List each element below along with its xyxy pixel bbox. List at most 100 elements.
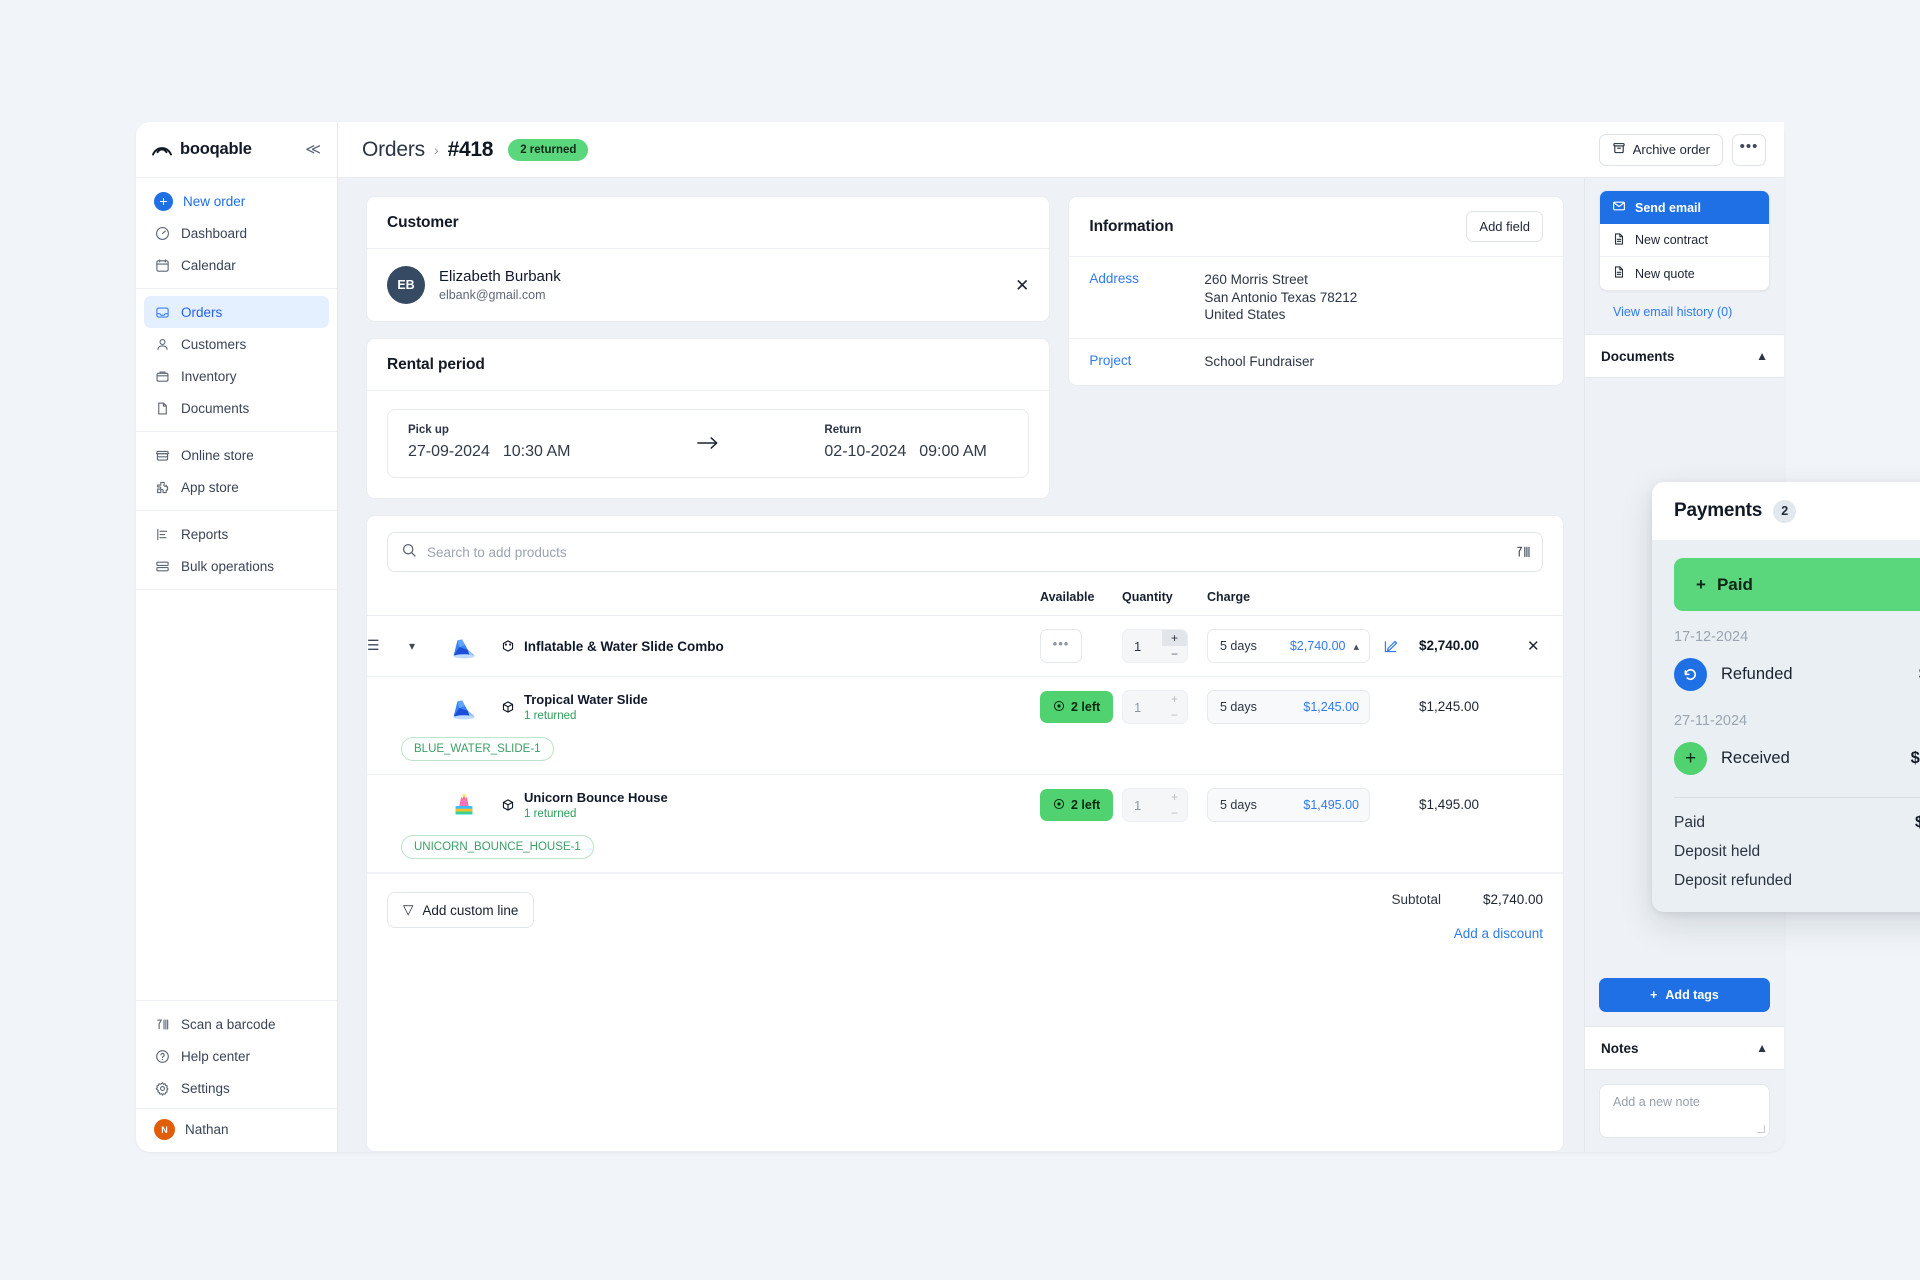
bounce-house-photo xyxy=(455,794,473,815)
bar-chart-icon xyxy=(154,526,171,543)
decrement-button[interactable]: − xyxy=(1162,707,1187,723)
notes-section-header[interactable]: Notes ▲ xyxy=(1585,1026,1784,1070)
archive-order-button[interactable]: Archive order xyxy=(1598,133,1723,166)
increment-button[interactable]: + xyxy=(1162,691,1187,707)
add-tags-button[interactable]: + Add tags xyxy=(1599,978,1770,1012)
chevron-up-icon[interactable]: ▲ xyxy=(1756,349,1768,363)
sidebar-user[interactable]: N Nathan xyxy=(136,1108,337,1152)
availability-label: 2 left xyxy=(1071,700,1101,714)
paid-button[interactable]: + Paid ▼ xyxy=(1674,558,1920,611)
payment-label: Refunded xyxy=(1721,665,1793,683)
item-identifier-tag[interactable]: BLUE_WATER_SLIDE-1 xyxy=(401,737,554,761)
search-input[interactable] xyxy=(427,544,1499,560)
availability-placeholder[interactable]: ••• xyxy=(1040,629,1082,663)
sidebar-item-scan-barcode[interactable]: Scan a barcode xyxy=(144,1008,329,1040)
info-key[interactable]: Project xyxy=(1089,353,1204,371)
sidebar-item-bulk-operations[interactable]: Bulk operations xyxy=(144,550,329,582)
increment-button[interactable]: + xyxy=(1162,789,1187,805)
chevron-up-icon[interactable]: ▴ xyxy=(1353,640,1359,653)
sidebar-item-reports[interactable]: Reports xyxy=(144,518,329,550)
pickup-time[interactable]: 10:30 AM xyxy=(503,443,571,461)
brand-name: booqable xyxy=(180,140,252,158)
payments-body: + Paid ▼ 17-12-2024 Refunded $-250.00 27… xyxy=(1652,540,1920,912)
increment-button[interactable]: + xyxy=(1162,630,1187,646)
sidebar-item-app-store[interactable]: App store xyxy=(144,471,329,503)
decrement-button[interactable]: − xyxy=(1162,646,1187,662)
add-discount-link[interactable]: Add a discount xyxy=(1391,926,1543,941)
chevrons-left-icon[interactable]: ≪ xyxy=(305,142,321,157)
close-icon[interactable]: ✕ xyxy=(1015,277,1029,294)
sidebar-item-orders[interactable]: Orders xyxy=(144,296,329,328)
add-custom-line-button[interactable]: ▽ Add custom line xyxy=(387,892,535,928)
sidebar-item-customers[interactable]: Customers xyxy=(144,328,329,360)
send-email-button[interactable]: Send email xyxy=(1600,191,1769,224)
breadcrumb-orders[interactable]: Orders xyxy=(362,138,425,162)
sidebar-item-calendar[interactable]: Calendar xyxy=(144,249,329,281)
add-field-button[interactable]: Add field xyxy=(1466,211,1543,242)
return-date[interactable]: 02-10-2024 xyxy=(824,443,906,461)
brand-header: booqable ≪ xyxy=(136,122,337,178)
view-email-history-link[interactable]: View email history (0) xyxy=(1599,291,1770,334)
more-options-button[interactable]: ••• xyxy=(1732,133,1766,166)
content-area: Customer EB Elizabeth Burbank elbank@gma… xyxy=(338,178,1784,1152)
availability-badge[interactable]: 2 left xyxy=(1040,789,1114,821)
sidebar-item-online-store[interactable]: Online store xyxy=(144,439,329,471)
new-note-input[interactable]: Add a new note xyxy=(1599,1084,1770,1138)
paid-button-main[interactable]: + Paid xyxy=(1674,558,1920,611)
availability-badge[interactable]: 2 left xyxy=(1040,691,1114,723)
item-identifier-tag[interactable]: UNICORN_BOUNCE_HOUSE-1 xyxy=(401,835,594,859)
barcode-scan-icon[interactable] xyxy=(1509,544,1532,560)
charge-selector[interactable]: 5 days $1,495.00 xyxy=(1207,788,1370,822)
chevron-up-icon[interactable]: ▲ xyxy=(1756,1041,1768,1055)
sidebar-item-new-order[interactable]: + New order xyxy=(144,185,329,217)
sidebar-item-documents[interactable]: Documents xyxy=(144,392,329,424)
rental-range[interactable]: Pick up 27-09-2024 10:30 AM Return 02-10… xyxy=(387,409,1030,478)
decrement-button[interactable]: − xyxy=(1162,805,1187,821)
sidebar-item-inventory[interactable]: Inventory xyxy=(144,360,329,392)
drag-handle-icon[interactable]: ☰ xyxy=(367,637,380,653)
product-name-row: Inflatable & Water Slide Combo xyxy=(501,639,1040,654)
new-quote-button[interactable]: New quote xyxy=(1600,257,1769,290)
documents-section-header[interactable]: Documents ▲ xyxy=(1585,334,1784,378)
product-name-row: Unicorn Bounce House 1 returned xyxy=(501,790,1040,820)
stepper-buttons: + − xyxy=(1162,630,1187,662)
return-block: Return 02-10-2024 09:00 AM xyxy=(824,424,1008,461)
close-icon[interactable]: ✕ xyxy=(1527,638,1540,655)
notes-title: Notes xyxy=(1601,1040,1639,1056)
charge-selector[interactable]: 5 days $2,740.00 ▴ xyxy=(1207,629,1370,663)
product-name[interactable]: Inflatable & Water Slide Combo xyxy=(524,639,724,654)
sidebar: booqable ≪ + New order Dashboard Calenda… xyxy=(136,122,338,1152)
top-cards-row: Customer EB Elizabeth Burbank elbank@gma… xyxy=(366,196,1564,499)
quantity-stepper[interactable]: 1 + − xyxy=(1122,788,1188,822)
chevron-down-icon[interactable]: ▾ xyxy=(409,639,415,653)
payment-entry-received: + Received $2,765.00 xyxy=(1674,742,1920,775)
product-name[interactable]: Unicorn Bounce House xyxy=(524,790,668,805)
quantity-stepper[interactable]: 1 + − xyxy=(1122,629,1188,663)
product-search-box[interactable] xyxy=(387,532,1543,572)
order-lines-table: Available Quantity Charge ☰ ▾ Inflatable… xyxy=(367,582,1563,873)
breadcrumb: Orders › #418 2 returned xyxy=(362,137,589,162)
payment-entry-refunded: Refunded $-250.00 xyxy=(1674,658,1920,691)
edit-icon[interactable] xyxy=(1383,639,1419,654)
available-cell: 2 left xyxy=(1040,775,1122,836)
sidebar-item-label: Documents xyxy=(181,400,250,416)
table-body: ☰ ▾ Inflatable & Water Slide Combo ••• 1… xyxy=(367,615,1563,873)
page-title: #418 xyxy=(447,137,494,161)
info-key[interactable]: Address xyxy=(1089,271,1204,324)
payment-label: Received xyxy=(1721,749,1790,767)
sidebar-item-dashboard[interactable]: Dashboard xyxy=(144,217,329,249)
stepper-buttons: + − xyxy=(1162,789,1187,821)
sidebar-item-help-center[interactable]: Help center xyxy=(144,1040,329,1072)
return-time[interactable]: 09:00 AM xyxy=(919,443,987,461)
new-contract-button[interactable]: New contract xyxy=(1600,224,1769,257)
water-slide-photo xyxy=(453,700,475,720)
quantity-stepper[interactable]: 1 + − xyxy=(1122,690,1188,724)
charge-selector[interactable]: 5 days $1,245.00 xyxy=(1207,690,1370,724)
availability-label: 2 left xyxy=(1071,798,1101,812)
column-charge: Charge xyxy=(1207,590,1251,604)
box-icon xyxy=(154,368,171,385)
pickup-date[interactable]: 27-09-2024 xyxy=(408,443,490,461)
product-name[interactable]: Tropical Water Slide xyxy=(524,692,648,707)
sidebar-item-settings[interactable]: Settings xyxy=(144,1072,329,1104)
payments-header[interactable]: Payments 2 ▲ xyxy=(1652,482,1920,540)
